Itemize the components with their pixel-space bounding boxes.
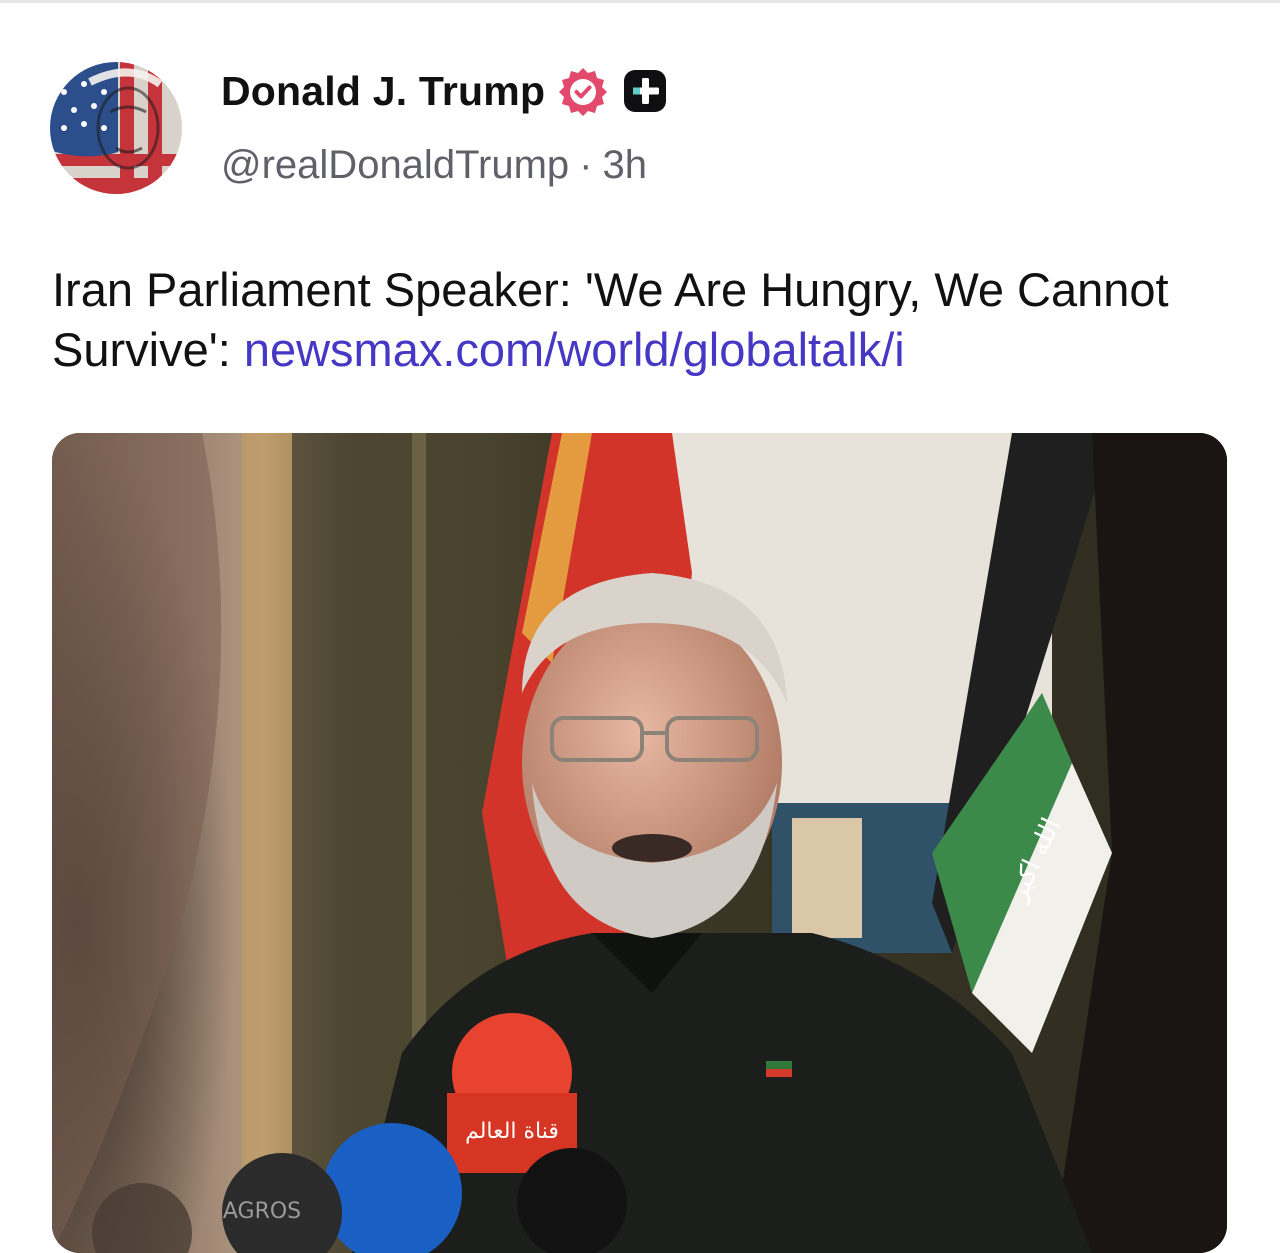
avatar-image — [50, 62, 182, 194]
author-meta-row: @realDonaldTrump · 3h — [221, 143, 647, 188]
post-timestamp[interactable]: 3h — [602, 143, 647, 188]
post-link[interactable]: newsmax.com/world/globaltalk/i — [244, 323, 905, 376]
meta-separator: · — [579, 143, 593, 187]
plus-square-icon — [621, 67, 669, 115]
author-handle[interactable]: @realDonaldTrump — [221, 143, 569, 188]
author-display-name[interactable]: Donald J. Trump — [221, 68, 545, 115]
post-body: Iran Parliament Speaker: 'We Are Hungry,… — [52, 260, 1252, 380]
mic-label-alalam: قناة العالم — [465, 1119, 559, 1144]
post-card[interactable]: Donald J. Trump @realDonaldTrump · 3h Ir… — [0, 0, 1280, 1253]
mic-label-agros: AGROS — [223, 1199, 301, 1224]
post-media-image[interactable]: قناة العالم AGROS الله اكبر — [52, 433, 1227, 1253]
author-name-row: Donald J. Trump — [221, 66, 669, 116]
avatar[interactable] — [50, 62, 182, 194]
speaker-photo: قناة العالم AGROS الله اكبر — [52, 433, 1227, 1253]
verified-badge-icon — [557, 65, 609, 117]
